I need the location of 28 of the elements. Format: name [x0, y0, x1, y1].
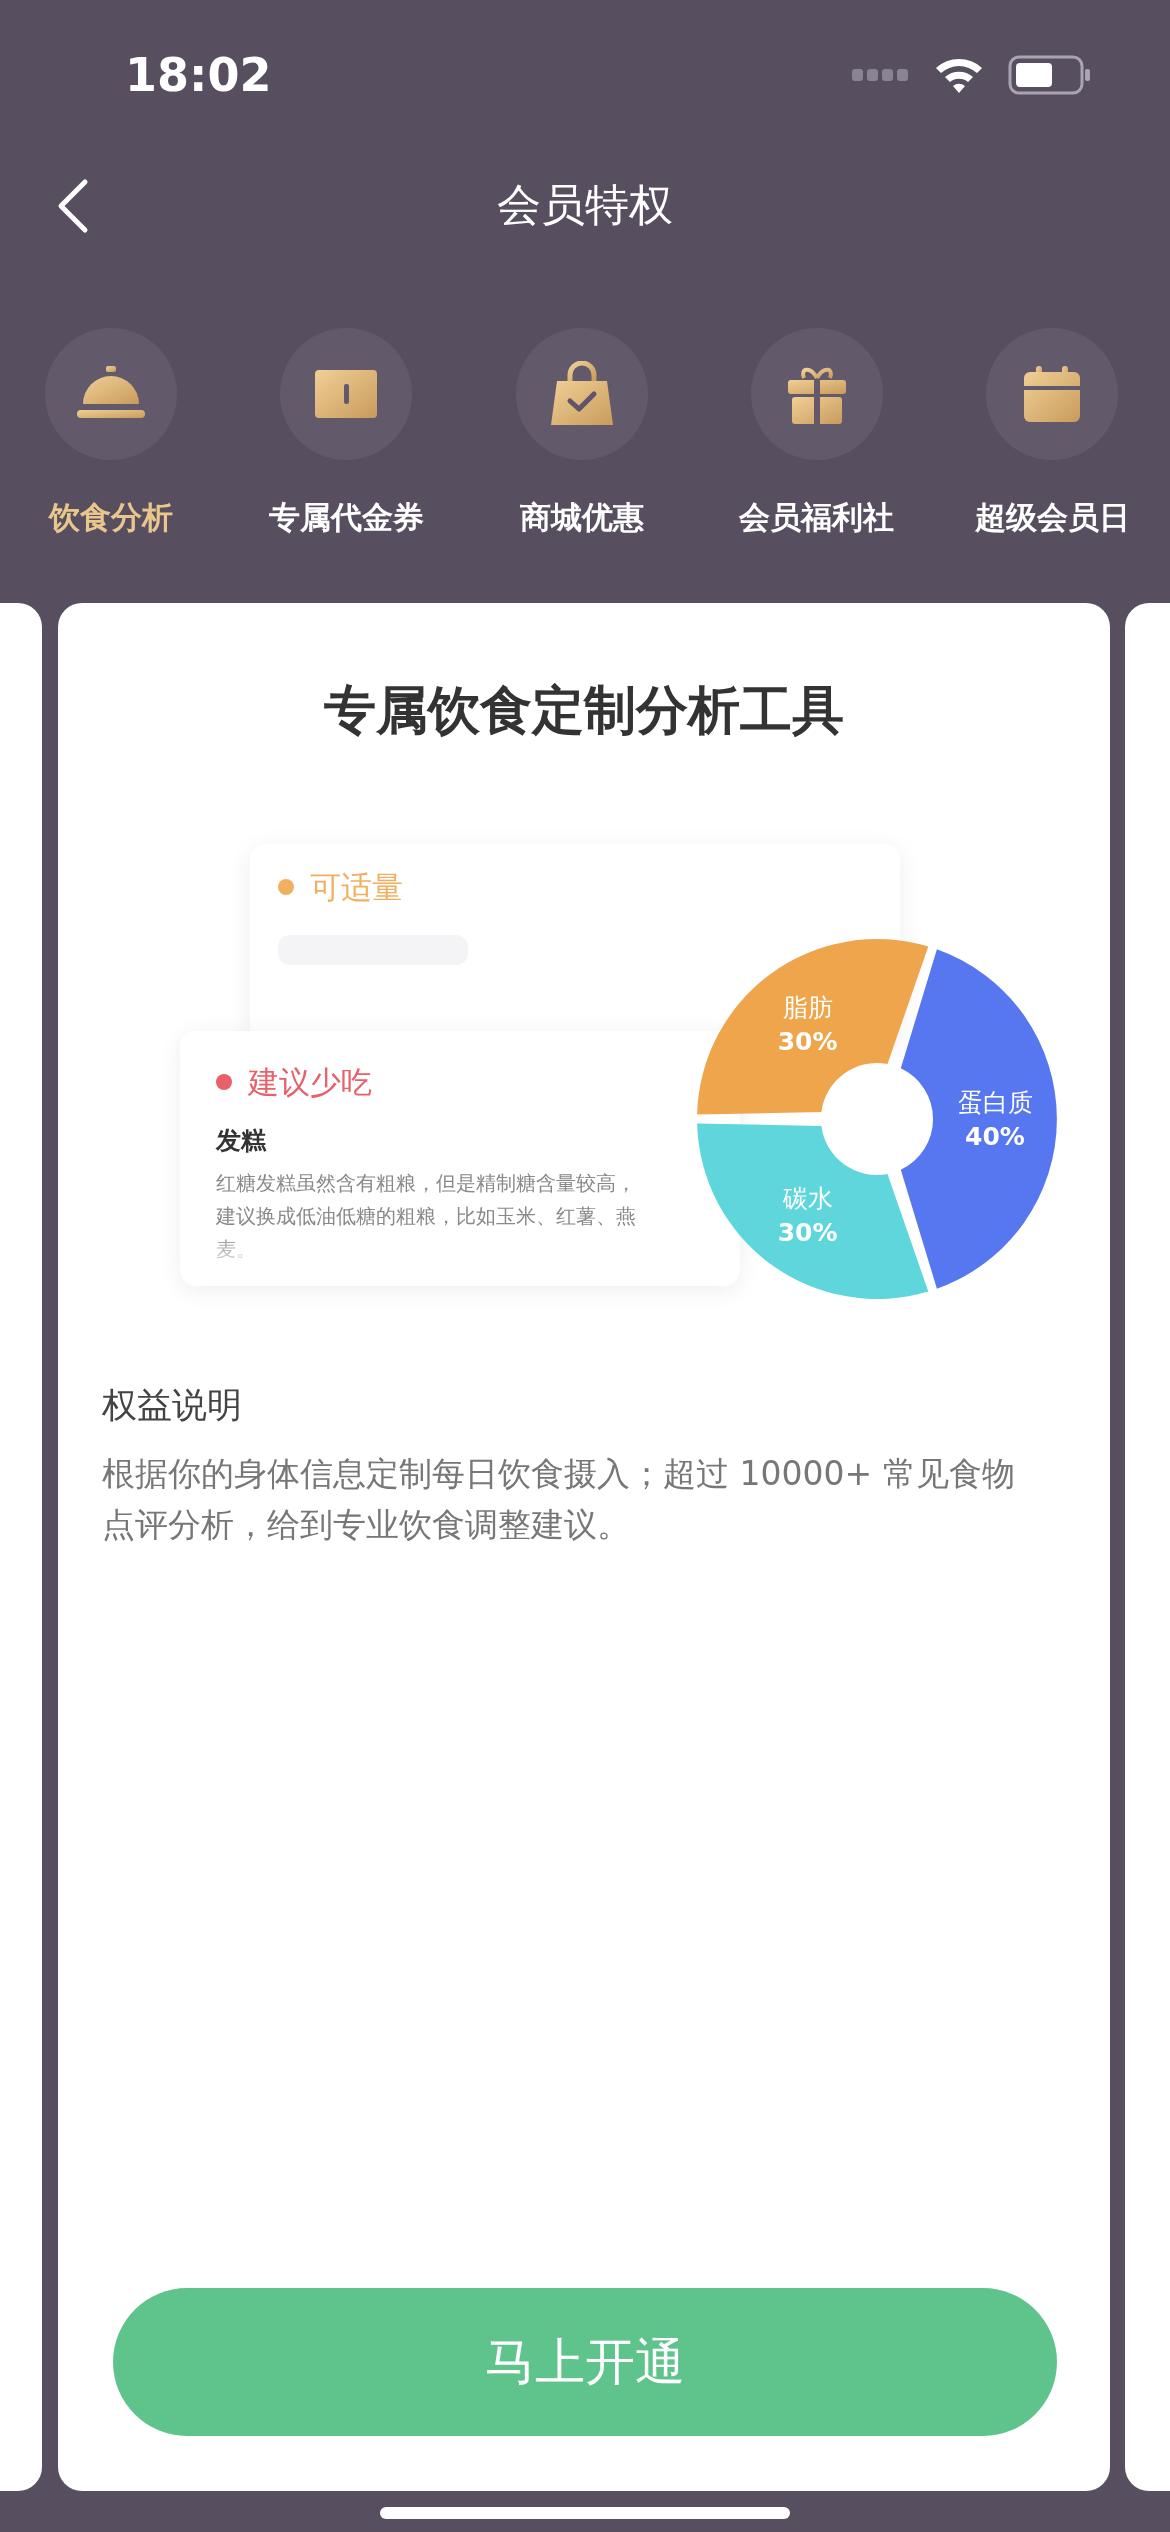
category-tab[interactable]: 超级会员日 [934, 328, 1170, 603]
food-name: 发糕 [216, 1124, 268, 1157]
calendar-icon [1024, 366, 1081, 422]
category-tab[interactable]: 专属代金券 [228, 328, 464, 603]
slice-label: 脂肪 [782, 992, 833, 1022]
ticket-icon [315, 370, 378, 418]
status-time: 18:02 [125, 46, 272, 104]
category-tab[interactable]: 饮食分析 [0, 328, 229, 603]
note-label: 可适量 [310, 868, 403, 907]
shopping-bag-icon [550, 361, 613, 427]
dot-icon [278, 879, 294, 896]
food-description: 红糖发糕虽然含有粗粮，但是精制糖含量较高，建议换成低油低糖的粗粮，比如玉米、红薯、燕麦。 [216, 1170, 636, 1263]
slice-label: 蛋白质 [957, 1088, 1033, 1117]
slice-value: 30% [777, 1217, 838, 1247]
note-label: 建议少吃 [248, 1063, 372, 1102]
slice-value: 30% [777, 1026, 838, 1056]
category-tab[interactable]: 会员福利社 [699, 328, 935, 603]
benefit-description: 根据你的身体信息定制每日饮食摄入；超过 10000+ 常见食物点评分析，给到专业饮食调整建议。 [102, 1452, 1016, 1546]
dot-icon [216, 1074, 232, 1091]
slice-label: 碳水 [782, 1183, 833, 1213]
battery-icon [1008, 55, 1090, 95]
slice-value: 40% [965, 1122, 1025, 1151]
signal-icon [852, 69, 910, 81]
section-heading: 权益说明 [102, 1384, 243, 1427]
card-title: 专属饮食定制分析工具 [324, 679, 844, 742]
page-title: 会员特权 [497, 178, 673, 232]
category-tab[interactable]: 商城优惠 [463, 328, 700, 603]
wifi-icon [934, 56, 984, 94]
